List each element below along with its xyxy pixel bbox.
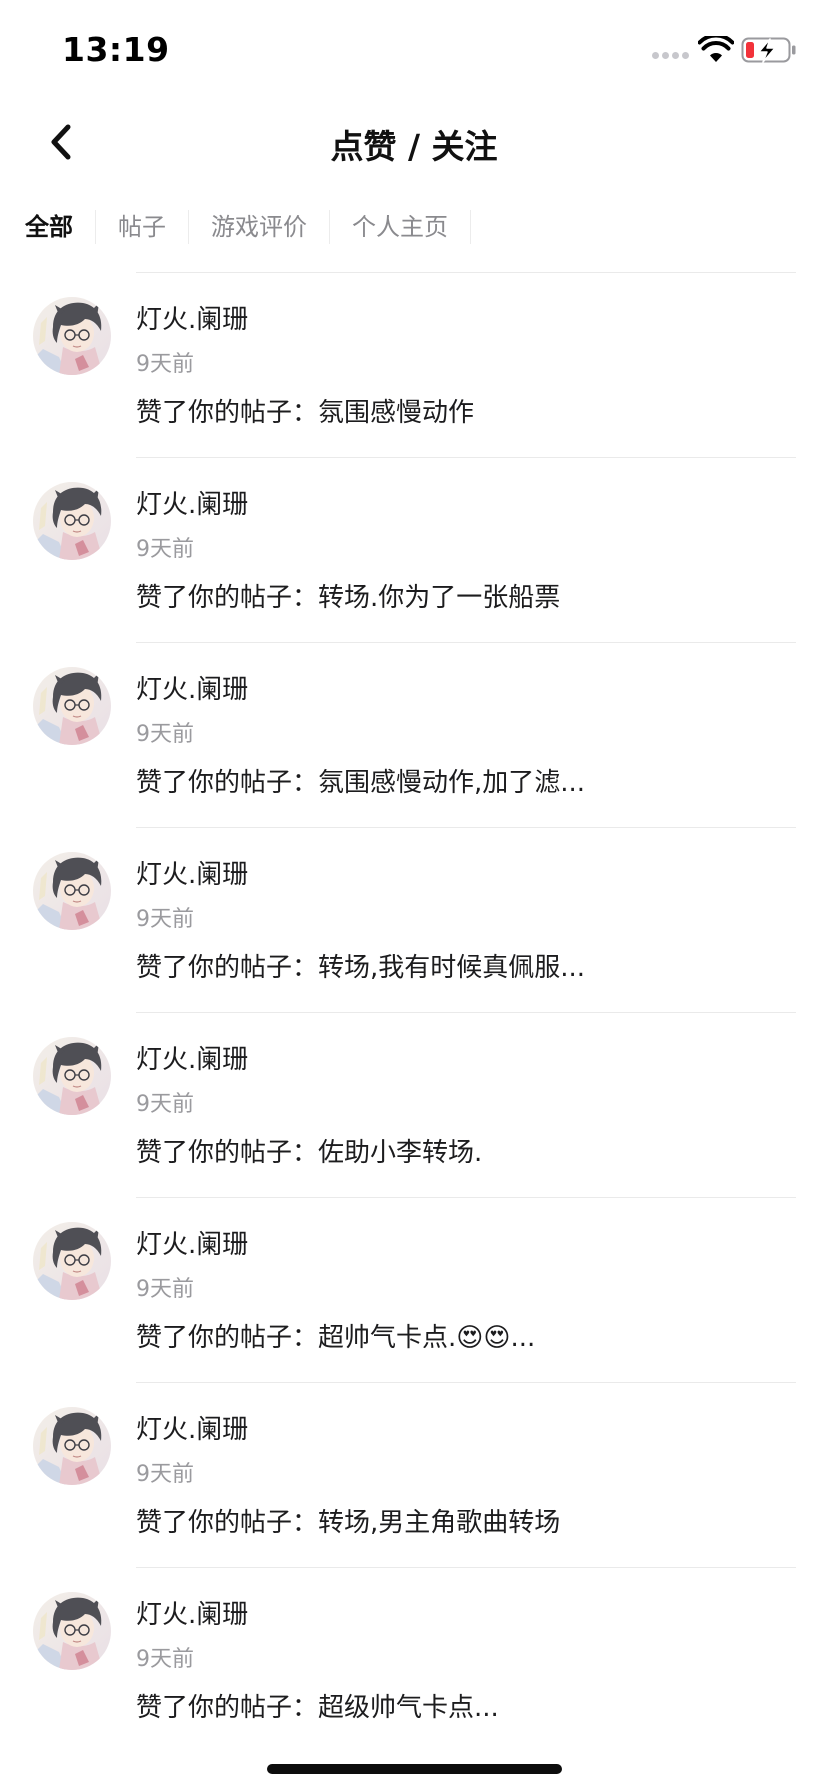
divider (136, 642, 796, 643)
notification-item[interactable]: 灯火.阑珊 9天前 赞了你的帖子：氛围感慢动作 (0, 272, 828, 457)
avatar-illustration (33, 1407, 111, 1485)
avatar[interactable] (33, 667, 111, 745)
avatar[interactable] (33, 1592, 111, 1670)
timestamp: 9天前 (136, 1277, 194, 1302)
action-text: 赞了你的帖子： (136, 1508, 319, 1538)
divider (136, 827, 796, 828)
like-message[interactable]: 赞了你的帖子：转场,我有时候真佩服... (136, 947, 585, 984)
user-name[interactable]: 灯火.阑珊 (136, 669, 248, 706)
tab-divider (470, 210, 471, 244)
user-name[interactable]: 灯火.阑珊 (136, 299, 248, 336)
avatar[interactable] (33, 1222, 111, 1300)
page-title: 点赞 / 关注 (330, 127, 498, 166)
avatar[interactable] (33, 297, 111, 375)
notification-item[interactable]: 灯火.阑珊 9天前 赞了你的帖子：转场.你为了一张船票 (0, 457, 828, 642)
action-text: 赞了你的帖子： (136, 1693, 319, 1723)
post-title: 超帅气卡点.😍😍... (318, 1323, 536, 1353)
like-message[interactable]: 赞了你的帖子：氛围感慢动作 (136, 392, 474, 429)
user-name[interactable]: 灯火.阑珊 (136, 854, 248, 891)
avatar[interactable] (33, 852, 111, 930)
like-message[interactable]: 赞了你的帖子：转场.你为了一张船票 (136, 577, 560, 614)
cellular-signal-icon (652, 52, 689, 59)
timestamp: 9天前 (136, 537, 194, 562)
avatar-illustration (33, 482, 111, 560)
notification-item[interactable]: 灯火.阑珊 9天前 赞了你的帖子：转场,男主角歌曲转场 (0, 1382, 828, 1567)
user-name[interactable]: 灯火.阑珊 (136, 1409, 248, 1446)
like-message[interactable]: 赞了你的帖子：超级帅气卡点... (136, 1687, 499, 1724)
home-indicator[interactable] (267, 1764, 562, 1774)
notification-item[interactable]: 灯火.阑珊 9天前 赞了你的帖子：佐助小李转场. (0, 1012, 828, 1197)
tab-bar: 全部 帖子 游戏评价 个人主页 (0, 200, 471, 254)
avatar-illustration (33, 1037, 111, 1115)
avatar-illustration (33, 1592, 111, 1670)
timestamp: 9天前 (136, 1647, 194, 1672)
nav-bar: 点赞 / 关注 (0, 100, 828, 200)
avatar-illustration (33, 1222, 111, 1300)
post-title: 氛围感慢动作 (318, 398, 475, 428)
like-message[interactable]: 赞了你的帖子：超帅气卡点.😍😍... (136, 1317, 535, 1354)
notification-item[interactable]: 灯火.阑珊 9天前 赞了你的帖子：超帅气卡点.😍😍... (0, 1197, 828, 1382)
divider (136, 1382, 796, 1383)
tab-game-reviews[interactable]: 游戏评价 (189, 200, 329, 254)
status-time: 13:19 (62, 30, 170, 69)
divider (136, 1567, 796, 1568)
user-name[interactable]: 灯火.阑珊 (136, 484, 248, 521)
post-title: 转场.你为了一张船票 (318, 583, 561, 613)
like-message[interactable]: 赞了你的帖子：转场,男主角歌曲转场 (136, 1502, 560, 1539)
tab-all[interactable]: 全部 (0, 200, 95, 254)
user-name[interactable]: 灯火.阑珊 (136, 1039, 248, 1076)
action-text: 赞了你的帖子： (136, 398, 319, 428)
timestamp: 9天前 (136, 907, 194, 932)
notification-item[interactable]: 灯火.阑珊 9天前 赞了你的帖子：转场,我有时候真佩服... (0, 827, 828, 1012)
post-title: 氛围感慢动作,加了滤... (318, 768, 586, 798)
action-text: 赞了你的帖子： (136, 1138, 319, 1168)
post-title: 佐助小李转场. (318, 1138, 483, 1168)
avatar-illustration (33, 852, 111, 930)
like-message[interactable]: 赞了你的帖子：氛围感慢动作,加了滤... (136, 762, 585, 799)
timestamp: 9天前 (136, 1092, 194, 1117)
avatar-illustration (33, 667, 111, 745)
post-title: 超级帅气卡点... (318, 1693, 499, 1723)
avatar[interactable] (33, 482, 111, 560)
timestamp: 9天前 (136, 722, 194, 747)
tab-posts[interactable]: 帖子 (96, 200, 188, 254)
status-bar: 13:19 (0, 0, 828, 100)
user-name[interactable]: 灯火.阑珊 (136, 1594, 248, 1631)
action-text: 赞了你的帖子： (136, 768, 319, 798)
avatar[interactable] (33, 1037, 111, 1115)
action-text: 赞了你的帖子： (136, 583, 319, 613)
timestamp: 9天前 (136, 1462, 194, 1487)
notification-list: 灯火.阑珊 9天前 赞了你的帖子：氛围感慢动作 灯火.阑珊 9天前 赞了你的帖子… (0, 272, 828, 1752)
divider (136, 1012, 796, 1013)
like-message[interactable]: 赞了你的帖子：佐助小李转场. (136, 1132, 482, 1169)
user-name[interactable]: 灯火.阑珊 (136, 1224, 248, 1261)
avatar-illustration (33, 297, 111, 375)
wifi-icon (698, 36, 734, 62)
divider (136, 272, 796, 273)
divider (136, 457, 796, 458)
action-text: 赞了你的帖子： (136, 953, 319, 983)
avatar[interactable] (33, 1407, 111, 1485)
tab-profile[interactable]: 个人主页 (330, 200, 470, 254)
post-title: 转场,男主角歌曲转场 (318, 1508, 561, 1538)
divider (136, 1197, 796, 1198)
post-title: 转场,我有时候真佩服... (318, 953, 586, 983)
battery-charging-icon (741, 37, 796, 63)
notification-item[interactable]: 灯火.阑珊 9天前 赞了你的帖子：氛围感慢动作,加了滤... (0, 642, 828, 827)
action-text: 赞了你的帖子： (136, 1323, 319, 1353)
timestamp: 9天前 (136, 352, 194, 377)
notification-item[interactable]: 灯火.阑珊 9天前 赞了你的帖子：超级帅气卡点... (0, 1567, 828, 1752)
